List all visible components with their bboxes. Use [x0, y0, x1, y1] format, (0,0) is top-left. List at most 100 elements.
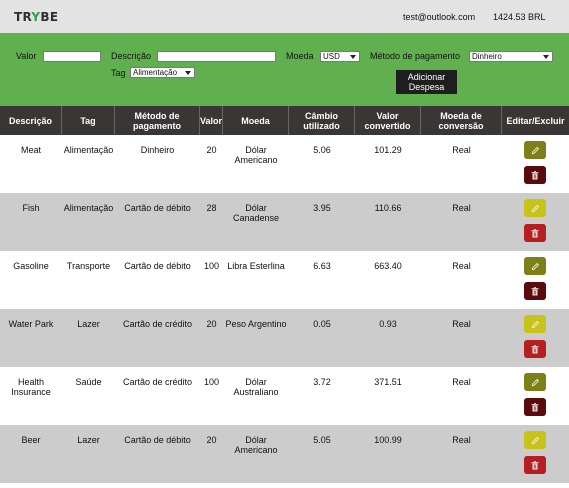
pencil-icon	[531, 320, 540, 329]
delete-button[interactable]	[524, 398, 546, 416]
delete-button[interactable]	[524, 282, 546, 300]
pencil-icon	[531, 436, 540, 445]
descricao-label: Descrição	[111, 51, 152, 61]
cell-descricao: Gasoline	[13, 261, 49, 271]
moeda-label: Moeda	[286, 51, 314, 61]
top-header: TRYBE test@outlook.com 1424.53 BRL	[0, 0, 569, 33]
metodo-selected-value: Dinheiro	[472, 52, 502, 61]
cell-cambio: 5.06	[313, 145, 331, 155]
delete-button[interactable]	[524, 340, 546, 358]
cell-cambio: 6.63	[313, 261, 331, 271]
cell-tag: Lazer	[77, 435, 100, 445]
metodo-label: Método de pagamento	[370, 51, 461, 61]
cell-valor: 28	[206, 203, 217, 213]
descricao-input[interactable]	[157, 51, 276, 62]
cell-valor: 20	[206, 145, 217, 155]
trybe-logo: TRYBE	[14, 10, 59, 24]
cell-moeda: Dólar Canadense	[232, 203, 280, 223]
cell-moeda: Dólar Australiano	[233, 377, 279, 397]
edit-button[interactable]	[524, 257, 546, 275]
valor-label: Valor	[16, 51, 37, 61]
trash-icon	[531, 286, 539, 296]
expense-form: Valor Descrição Moeda USD Método de paga…	[0, 33, 569, 106]
header-metodo: Método de pagamento	[115, 106, 200, 135]
tag-label: Tag	[111, 68, 126, 78]
valor-input[interactable]	[43, 51, 101, 62]
user-email: test@outlook.com	[403, 12, 476, 22]
cell-cambio: 5.05	[313, 435, 331, 445]
expenses-table-header: Descrição Tag Método de pagamento Valor M…	[0, 106, 569, 135]
header-descricao: Descrição	[0, 106, 62, 135]
table-row: Fish Alimentação Cartão de débito 28 Dólar Ca…	[0, 193, 569, 251]
trash-icon	[531, 460, 539, 470]
cell-convertido: 371.51	[374, 377, 402, 387]
header-convertido: Valor convertido	[355, 106, 421, 135]
cell-metodo: Cartão de débito	[124, 435, 191, 445]
header-valor: Valor	[200, 106, 223, 135]
cell-metodo: Cartão de débito	[124, 261, 191, 271]
cell-conversao: Real	[452, 319, 471, 329]
delete-button[interactable]	[524, 224, 546, 242]
cell-conversao: Real	[452, 435, 471, 445]
cell-convertido: 0.93	[379, 319, 397, 329]
cell-conversao: Real	[452, 145, 471, 155]
cell-descricao: Beer	[21, 435, 41, 445]
cell-conversao: Real	[452, 261, 471, 271]
cell-tag: Transporte	[66, 261, 111, 271]
total-expenses: 1424.53 BRL	[493, 12, 546, 22]
cell-cambio: 3.72	[313, 377, 331, 387]
cell-metodo: Dinheiro	[140, 145, 175, 155]
delete-button[interactable]	[524, 456, 546, 474]
delete-button[interactable]	[524, 166, 546, 184]
table-row: Health Insurance Saúde Cartão de crédito 100…	[0, 367, 569, 425]
trash-icon	[531, 344, 539, 354]
cell-metodo: Cartão de débito	[124, 203, 191, 213]
cell-convertido: 110.66	[374, 203, 402, 213]
cell-moeda: Peso Argentino	[225, 319, 287, 329]
cell-metodo: Cartão de crédito	[122, 377, 193, 387]
trash-icon	[531, 170, 539, 180]
cell-descricao: Fish	[22, 203, 40, 213]
edit-button[interactable]	[524, 373, 546, 391]
edit-button[interactable]	[524, 315, 546, 333]
cell-descricao: Meat	[20, 145, 41, 155]
header-editar-excluir: Editar/Excluir	[506, 115, 565, 126]
moeda-selected-value: USD	[323, 52, 340, 61]
add-expense-button[interactable]: Adicionar Despesa	[396, 70, 457, 94]
table-row: Meat Alimentação Dinheiro 20 Dólar Americano 5…	[0, 135, 569, 193]
header-tag: Tag	[62, 106, 115, 135]
edit-button[interactable]	[524, 199, 546, 217]
cell-cambio: 0.05	[313, 319, 331, 329]
tag-select[interactable]: Alimentação	[130, 67, 195, 78]
cell-cambio: 3.95	[313, 203, 331, 213]
header-conversao: Moeda de conversão	[421, 106, 502, 135]
add-expense-label-1: Adicionar	[407, 72, 446, 82]
cell-moeda: Dólar Americano	[234, 435, 278, 455]
edit-button[interactable]	[524, 431, 546, 449]
cell-descricao: Health Insurance	[11, 377, 51, 397]
cell-moeda: Libra Esterlina	[227, 261, 285, 271]
cell-conversao: Real	[452, 203, 471, 213]
cell-tag: Saúde	[75, 377, 102, 387]
table-row: Gasoline Transporte Cartão de débito 100 Lib…	[0, 251, 569, 309]
cell-convertido: 663.40	[374, 261, 402, 271]
table-row: Beer Lazer Cartão de débito 20 Dólar American…	[0, 425, 569, 483]
cell-valor: 20	[206, 435, 217, 445]
header-moeda: Moeda	[223, 106, 289, 135]
cell-metodo: Cartão de crédito	[122, 319, 193, 329]
moeda-select[interactable]: USD	[320, 51, 360, 62]
cell-tag: Alimentação	[63, 145, 114, 155]
cell-convertido: 100.99	[374, 435, 402, 445]
cell-tag: Lazer	[77, 319, 100, 329]
metodo-select[interactable]: Dinheiro	[469, 51, 553, 62]
cell-moeda: Dólar Americano	[234, 145, 278, 165]
cell-conversao: Real	[452, 377, 471, 387]
edit-button[interactable]	[524, 141, 546, 159]
trash-icon	[531, 228, 539, 238]
cell-tag: Alimentação	[63, 203, 114, 213]
cell-valor: 20	[206, 319, 217, 329]
table-row: Water Park Lazer Cartão de crédito 20 Peso A…	[0, 309, 569, 367]
pencil-icon	[531, 204, 540, 213]
trash-icon	[531, 402, 539, 412]
header-cambio: Câmbio utilizado	[289, 106, 355, 135]
